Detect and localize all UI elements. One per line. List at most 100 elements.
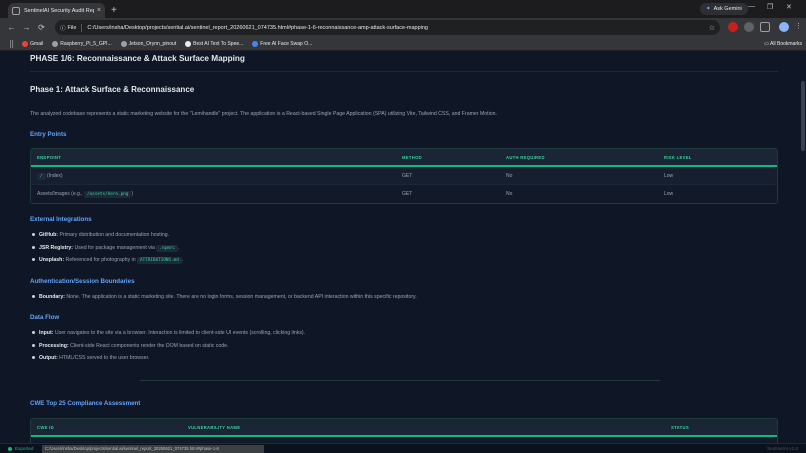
bookmark-item[interactable]: Best AI Text To Spee... <box>185 40 243 47</box>
intro-paragraph: The analyzed codebase represents a stati… <box>30 111 497 117</box>
apps-grid-icon[interactable]: ⣿ <box>9 40 14 48</box>
export-status: Exported <box>8 446 33 451</box>
tab-title: SentinelAI Security Audit Repo <box>24 7 94 14</box>
item-suffix: . <box>181 257 184 263</box>
list-item: Unsplash: Referenced for photography in … <box>32 257 184 264</box>
endpoint-text: Assets/Images (e.g., <box>37 191 84 197</box>
new-tab-button[interactable]: + <box>111 5 117 16</box>
report-footer: Exported C:/Users/insha/Desktop/projects… <box>0 443 806 453</box>
bookmark-item[interactable]: Gmail <box>22 40 44 47</box>
bullet-icon <box>32 233 35 237</box>
column-header: ENDPOINT <box>37 155 62 160</box>
external-integrations-heading: External Integrations <box>30 216 92 223</box>
scrollbar-thumb[interactable] <box>801 81 805 151</box>
tab-close-icon[interactable]: × <box>97 7 101 14</box>
data-flow-heading: Data Flow <box>30 314 60 321</box>
endpoint-cell: Assets/Images (e.g., /assets/hero.png) <box>37 191 134 198</box>
endpoint-suffix: ) <box>131 191 134 197</box>
bullet-icon <box>32 331 35 335</box>
url-text: C:/Users/insha/Desktop/projects/sential.… <box>87 24 428 31</box>
info-icon: ⓘ <box>60 25 66 32</box>
bookmark-label: Gmail <box>30 40 44 47</box>
cwe-heading: CWE Top 25 Compliance Assessment <box>30 400 141 407</box>
table-row: / (Index) GET No Low <box>31 167 777 185</box>
extensions-puzzle-icon[interactable] <box>760 22 770 32</box>
status-dot-icon <box>8 446 12 451</box>
minimize-button[interactable]: — <box>748 3 755 10</box>
item-code: .npmrc <box>156 245 178 252</box>
bookmark-favicon-icon <box>185 40 192 47</box>
item-label: JSR Registry: <box>39 245 74 251</box>
all-bookmarks-button[interactable]: ▭ All Bookmarks <box>764 41 802 47</box>
page-favicon-icon <box>12 6 20 15</box>
browser-titlebar: SentinelAI Security Audit Repo × + <box>0 0 806 18</box>
list-item: Boundary: None. The application is a sta… <box>32 294 417 300</box>
list-item: Output: HTML/CSS served to the user brow… <box>32 355 149 361</box>
entry-points-heading: Entry Points <box>30 131 67 138</box>
column-header: METHOD <box>402 155 422 160</box>
browser-tab[interactable]: SentinelAI Security Audit Repo × <box>8 3 105 18</box>
column-header: RISK LEVEL <box>664 155 692 160</box>
bookmark-star-icon[interactable]: ☆ <box>709 24 715 32</box>
table-row: Assets/Images (e.g., /assets/hero.png) G… <box>31 185 777 203</box>
bullet-icon <box>32 258 35 262</box>
address-bar[interactable]: ⓘ File C:/Users/insha/Desktop/projects/s… <box>55 20 720 35</box>
close-window-button[interactable]: ✕ <box>786 3 792 11</box>
bookmark-label: Jetson_Orynn_pinout <box>128 40 177 47</box>
item-code: ATTRIBUTIONS.md <box>137 257 182 264</box>
risk-cell: Low <box>664 173 674 179</box>
bookmarks-bar: ⣿ Gmail Raspberry_Pi_5_GPI... Jetson_Ory… <box>0 37 806 51</box>
item-label: Input: <box>39 330 54 336</box>
status-label: Exported <box>15 446 34 451</box>
divider <box>30 71 778 72</box>
maximize-button[interactable]: ❐ <box>767 3 773 11</box>
reload-button[interactable]: ⟳ <box>34 23 49 32</box>
forward-button[interactable]: → <box>19 23 34 32</box>
ask-gemini-label: Ask Gemini <box>713 6 742 12</box>
item-text: Client-side React components render the … <box>68 343 229 349</box>
menu-kebab-icon[interactable]: ⋮ <box>795 22 802 30</box>
auth-cell: No <box>506 173 513 179</box>
back-button[interactable]: ← <box>4 23 19 32</box>
bookmark-item[interactable]: Raspberry_Pi_5_GPI... <box>52 40 112 47</box>
item-label: Processing: <box>39 343 69 349</box>
column-header: CWE ID <box>37 425 54 430</box>
bookmark-item[interactable]: Jetson_Orynn_pinout <box>120 40 177 47</box>
bookmark-item[interactable]: Free AI Face Swap O... <box>252 40 313 47</box>
bullet-icon <box>32 246 35 250</box>
list-item: Processing: Client-side React components… <box>32 343 228 349</box>
extension-icon[interactable] <box>744 22 754 32</box>
item-text: Used for package management via <box>73 245 157 251</box>
method-cell: GET <box>402 173 413 179</box>
profile-avatar[interactable] <box>779 22 789 32</box>
bookmark-label: Raspberry_Pi_5_GPI... <box>60 40 112 47</box>
version-label: SentinelAI v1.0 <box>767 446 798 451</box>
page-scrollbar[interactable] <box>800 51 806 443</box>
item-text: Primary distribution and documentation h… <box>58 232 170 238</box>
list-item: Input: User navigates to the site via a … <box>32 330 305 336</box>
folder-icon: ▭ <box>764 40 769 47</box>
bookmark-favicon-icon <box>252 40 259 47</box>
gemini-sparkle-icon: ✦ <box>706 6 711 12</box>
endpoint-cell: / (Index) <box>37 173 63 180</box>
list-item: JSR Registry: Used for package managemen… <box>32 245 179 252</box>
divider <box>140 380 660 381</box>
bookmark-label: Free AI Face Swap O... <box>260 40 313 47</box>
auth-cell: No <box>506 191 513 197</box>
bullet-icon <box>32 356 35 360</box>
ask-gemini-button[interactable]: ✦ Ask Gemini <box>700 3 748 15</box>
table-header: ENDPOINT METHOD AUTH REQUIRED RISK LEVEL <box>31 149 777 167</box>
phase-title: PHASE 1/6: Reconnaissance & Attack Surfa… <box>30 54 245 63</box>
site-info-chip[interactable]: ⓘ File <box>60 23 83 32</box>
column-header: VULNERABILITY NAME <box>188 425 241 430</box>
cwe-table: CWE ID VULNERABILITY NAME STATUS <box>30 418 778 443</box>
column-header: STATUS <box>671 425 689 430</box>
item-label: Unsplash: <box>39 257 65 263</box>
bullet-icon <box>32 295 35 299</box>
extension-icon[interactable] <box>728 22 738 32</box>
browser-toolbar: ← → ⟳ ⓘ File C:/Users/insha/Desktop/proj… <box>0 18 806 37</box>
report-page: PHASE 1/6: Reconnaissance & Attack Surfa… <box>0 51 806 443</box>
all-bookmarks-label: All Bookmarks <box>770 40 802 47</box>
item-text: Referenced for photography in <box>64 257 138 263</box>
bookmark-favicon-icon <box>52 40 59 47</box>
